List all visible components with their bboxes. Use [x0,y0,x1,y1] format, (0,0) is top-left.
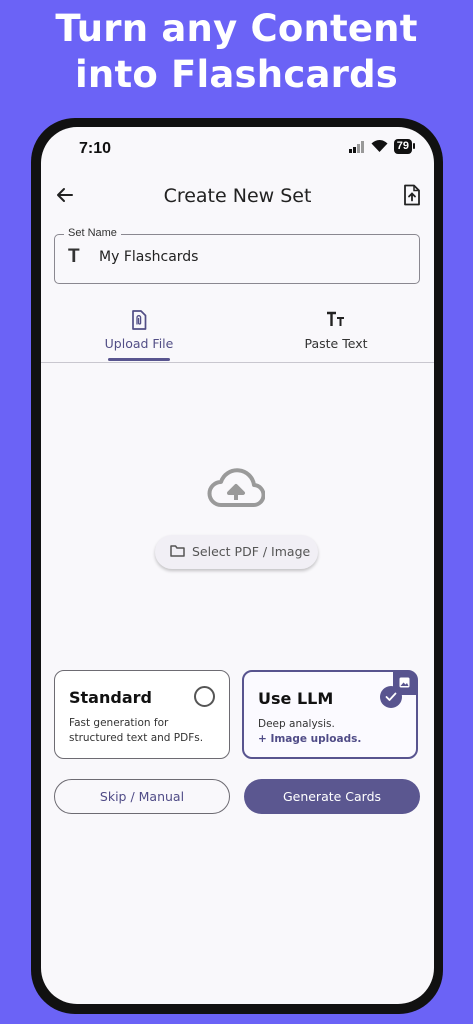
mode-standard-description: Fast generation for structured text and … [69,717,204,744]
select-pdf-image-button[interactable]: Select PDF / Image [155,535,318,569]
file-icon [132,310,147,330]
generate-cards-button[interactable]: Generate Cards [244,779,420,814]
file-upload-icon[interactable] [402,184,422,206]
tab-upload-file-label: Upload File [104,336,174,351]
tab-indicator [108,358,170,361]
radio-unselected-icon[interactable] [194,686,215,707]
image-icon [399,677,410,688]
text-T-icon: T [68,246,80,267]
signal-icon [348,140,364,153]
app-screen: 7:10 79 Create New Set Set Name T My Fla… [41,127,434,1004]
status-icons: 79 [348,139,416,154]
skip-manual-button[interactable]: Skip / Manual [54,779,230,814]
promo-headline: Turn any Content into Flashcards [0,6,473,98]
set-name-label: Set Name [64,227,121,239]
check-icon [385,692,397,701]
mode-llm-description: Deep analysis. [258,718,335,730]
page-title: Create New Set [163,185,312,207]
mode-card-llm[interactable]: Use LLM Deep analysis. + Image uploads. [242,670,418,759]
mode-standard-title: Standard [69,688,152,707]
promo-headline-line2: into Flashcards [75,53,398,96]
check-circle-icon [380,686,402,708]
text-size-icon [327,311,344,326]
tab-upload-file[interactable]: Upload File [41,310,237,362]
app-bar: Create New Set [41,179,434,215]
tab-paste-text[interactable]: Paste Text [238,310,434,362]
select-pdf-image-label: Select PDF / Image [192,544,311,559]
mode-llm-extra: + Image uploads. [258,733,362,745]
source-tabs: Upload File Paste Text [41,310,434,363]
wifi-icon [371,140,388,152]
folder-icon [170,545,185,557]
mode-llm-title: Use LLM [258,689,334,708]
set-name-field[interactable]: Set Name T [54,227,420,284]
mode-card-standard[interactable]: Standard Fast generation for structured … [54,670,230,759]
tab-paste-text-label: Paste Text [304,336,368,351]
battery-indicator: 79 [393,139,416,154]
status-time: 7:10 [79,140,112,157]
set-name-input[interactable] [99,247,399,267]
cloud-upload-icon [207,468,265,507]
promo-headline-line1: Turn any Content [55,7,418,50]
